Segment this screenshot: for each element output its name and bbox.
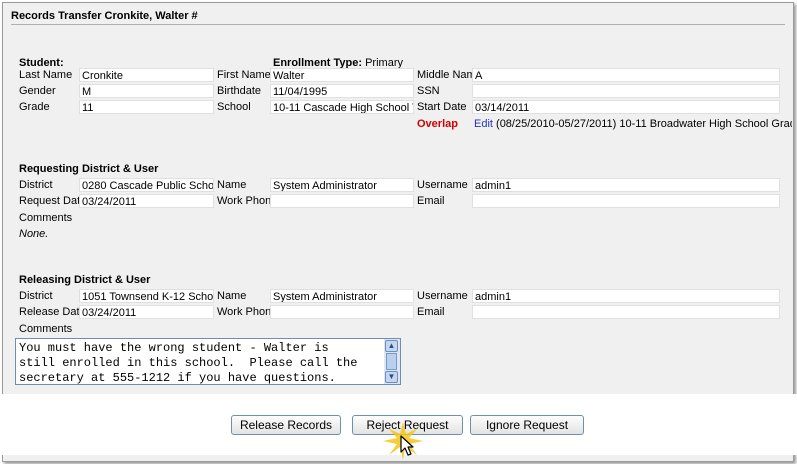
start-date-label: Start Date — [417, 101, 467, 113]
rel-district-value: 1051 Townsend K-12 Schools — [79, 289, 214, 303]
grade-label: Grade — [19, 101, 50, 113]
rel-work-phone-value — [270, 305, 414, 319]
rel-work-phone-label: Work Phone — [217, 306, 278, 318]
ssn-label: SSN — [417, 85, 440, 97]
rel-email-label: Email — [417, 306, 445, 318]
release-records-button[interactable]: Release Records — [231, 415, 341, 435]
grade-value: 11 — [79, 100, 214, 114]
req-district-label: District — [19, 179, 53, 191]
hand-pointer-cursor-icon — [383, 422, 423, 460]
rel-comments-label: Comments — [19, 323, 73, 335]
rel-email-value — [472, 305, 780, 319]
last-name-value: Cronkite — [79, 68, 214, 82]
rel-username-value: admin1 — [472, 289, 780, 303]
req-name-value: System Administrator — [270, 178, 414, 192]
release-comments-textarea[interactable]: You must have the wrong student - Walter… — [15, 338, 401, 385]
birthdate-value: 11/04/1995 — [270, 84, 414, 98]
ignore-request-button[interactable]: Ignore Request — [470, 415, 584, 435]
overlap-info: Edit (08/25/2010-05/27/2011) 10-11 Broad… — [474, 117, 792, 131]
page-title: Records Transfer Cronkite, Walter # — [11, 10, 198, 22]
req-username-label: Username — [417, 179, 468, 191]
first-name-value: Walter — [270, 68, 414, 82]
req-username-value: admin1 — [472, 178, 780, 192]
last-name-label: Last Name — [19, 69, 73, 81]
req-name-label: Name — [217, 179, 247, 191]
scroll-up-arrow-icon[interactable]: ▲ — [385, 340, 398, 352]
ssn-value — [472, 84, 780, 98]
overlap-edit-link[interactable]: Edit — [474, 118, 493, 130]
release-date-label: Release Date — [19, 306, 86, 318]
overlap-detail: (08/25/2010-05/27/2011) 10-11 Broadwater… — [496, 118, 792, 130]
gender-label: Gender — [19, 85, 56, 97]
gender-value: M — [79, 84, 214, 98]
req-work-phone-value — [270, 194, 414, 208]
requesting-heading: Requesting District & User — [19, 163, 159, 175]
comments-scrollbar[interactable]: ▲ ▼ — [384, 339, 400, 384]
middle-name-value: A — [472, 68, 780, 82]
req-district-value: 0280 Cascade Public Schools — [79, 178, 214, 192]
request-date-value: 03/24/2011 — [79, 194, 214, 208]
title-divider — [11, 24, 785, 25]
school-value: 10-11 Cascade High School TST — [270, 100, 414, 114]
release-date-value: 03/24/2011 — [79, 305, 214, 319]
overlap-label: Overlap — [417, 118, 458, 130]
start-date-value: 03/14/2011 — [472, 100, 780, 114]
req-comments-label: Comments — [19, 212, 73, 224]
request-date-label: Request Date — [19, 195, 87, 207]
rel-district-label: District — [19, 290, 53, 302]
req-email-value — [472, 194, 780, 208]
rel-name-value: System Administrator — [270, 289, 414, 303]
birthdate-label: Birthdate — [217, 85, 262, 97]
req-work-phone-label: Work Phone — [217, 195, 278, 207]
req-email-label: Email — [417, 195, 445, 207]
releasing-heading: Releasing District & User — [19, 274, 151, 286]
scrollbar-thumb[interactable] — [386, 353, 397, 370]
scroll-down-arrow-icon[interactable]: ▼ — [385, 371, 398, 383]
school-label: School — [217, 101, 251, 113]
req-comments-value: None. — [19, 228, 49, 240]
rel-name-label: Name — [217, 290, 247, 302]
rel-username-label: Username — [417, 290, 468, 302]
first-name-label: First Name — [217, 69, 271, 81]
